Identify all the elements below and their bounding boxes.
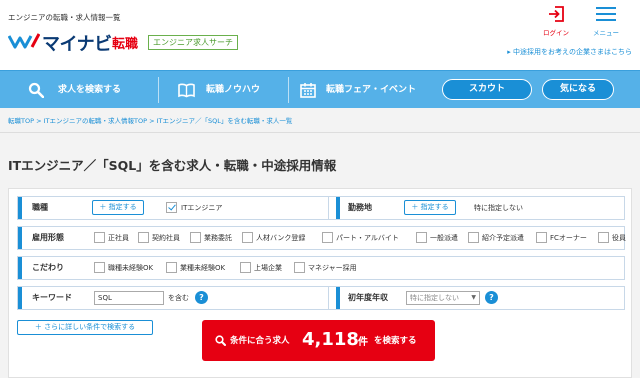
search-form: 職種 ＋ 指定する ITエンジニア 勤務地 ＋ 指定する 特に指定しない 雇用形…	[8, 188, 632, 378]
preference-option: マネジャー採用	[308, 264, 357, 272]
logo-sub[interactable]: 転職	[112, 33, 138, 52]
search-button-prefix: 条件に合う求人	[230, 336, 290, 346]
row-divider	[328, 197, 329, 219]
menu-label: メニュー	[593, 29, 619, 37]
login-icon	[549, 6, 564, 22]
employment-checkbox[interactable]	[468, 232, 479, 243]
employment-checkbox[interactable]	[190, 232, 201, 243]
employment-checkbox[interactable]	[322, 232, 333, 243]
nav-divider	[288, 77, 289, 103]
search-icon	[215, 335, 226, 346]
row-accent-bar	[18, 227, 22, 249]
job-type-checkbox[interactable]	[166, 202, 177, 213]
row-accent-bar	[18, 197, 22, 219]
preference-option: 上場企業	[254, 264, 282, 272]
corporate-link[interactable]: ▸ 中途採用をお考えの企業さまはこちら	[507, 47, 632, 57]
preference-checkbox[interactable]	[166, 262, 177, 273]
job-type-label: 職種	[32, 203, 48, 212]
row-accent-bar	[18, 287, 22, 309]
employment-option: 人材バンク登録	[256, 234, 306, 242]
global-nav: 求人を検索する 転職ノウハウ 転職フェア・イベント スカウト 気になる	[0, 70, 640, 108]
nav-item-search-jobs[interactable]: 求人を検索する	[28, 71, 138, 109]
salary-help-icon[interactable]: ?	[485, 291, 498, 304]
form-row-job-location: 職種 ＋ 指定する ITエンジニア 勤務地 ＋ 指定する 特に指定しない	[17, 196, 625, 220]
breadcrumb: 転職TOP > ITエンジニアの転職・求人情報TOP > ITエンジニア／「SQ…	[8, 115, 292, 125]
nav-item-knowhow[interactable]: 転職ノウハウ	[178, 71, 288, 109]
employment-checkbox[interactable]	[598, 232, 609, 243]
job-type-selected: ITエンジニア	[181, 204, 223, 212]
keyword-suffix: を含む	[168, 294, 189, 302]
breadcrumb-item[interactable]: ITエンジニアの転職・求人情報TOP	[44, 117, 147, 125]
nav-label: 転職フェア・イベント	[326, 85, 417, 95]
employment-checkbox[interactable]	[416, 232, 427, 243]
breadcrumb-separator: >	[147, 117, 157, 125]
scout-button[interactable]: スカウト	[442, 79, 532, 100]
favorite-button[interactable]: 気になる	[542, 79, 614, 100]
employment-option: 一般派遣	[430, 234, 458, 242]
login-button[interactable]: ログイン	[536, 0, 576, 40]
calendar-icon	[300, 83, 316, 98]
nav-label: 求人を検索する	[58, 85, 122, 95]
row-accent-bar	[336, 287, 340, 309]
form-row-preferences: こだわり 職種未経験OK 業種未経験OK 上場企業 マネジャー採用	[17, 256, 625, 280]
employment-checkbox[interactable]	[536, 232, 547, 243]
logo-text[interactable]: マイナビ	[42, 30, 112, 56]
preference-option: 職種未経験OK	[108, 264, 154, 272]
location-value: 特に指定しない	[474, 204, 523, 212]
logo-mark-icon	[8, 33, 40, 49]
row-accent-bar	[336, 197, 340, 219]
employment-checkbox[interactable]	[94, 232, 105, 243]
salary-label: 初年度年収	[348, 293, 388, 302]
nav-label: 転職ノウハウ	[206, 85, 261, 95]
nav-divider	[158, 77, 159, 103]
preference-checkbox[interactable]	[94, 262, 105, 273]
breadcrumb-current: ITエンジニア／「SQL」を含む転職・求人一覧	[156, 117, 293, 125]
nav-item-fair-event[interactable]: 転職フェア・イベント	[300, 71, 430, 109]
divider	[0, 132, 640, 133]
engineer-search-badge[interactable]: エンジニア求人サーチ	[148, 35, 238, 50]
employment-checkbox[interactable]	[138, 232, 149, 243]
preferences-label: こだわり	[32, 263, 64, 272]
more-conditions-button[interactable]: ＋ さらに詳しい条件で検索する	[17, 320, 153, 335]
page-title: ITエンジニア／「SQL」を含む求人・転職・中途採用情報	[8, 158, 337, 173]
employment-label: 雇用形態	[32, 233, 64, 242]
location-specify-button[interactable]: ＋ 指定する	[404, 200, 456, 215]
keyword-label: キーワード	[32, 293, 72, 302]
employment-option: 紹介予定派遣	[482, 234, 524, 242]
result-count-unit: 件	[358, 337, 368, 348]
job-type-specify-button[interactable]: ＋ 指定する	[92, 200, 144, 215]
form-row-keyword-salary: キーワード SQL を含む ? 初年度年収 特に指定しない ▼ ?	[17, 286, 625, 310]
menu-button[interactable]: メニュー	[584, 0, 628, 40]
result-count: 4,118	[302, 329, 359, 350]
row-divider	[328, 287, 329, 309]
search-submit-button[interactable]: 条件に合う求人 4,118 件 を検索する	[202, 320, 435, 361]
row-accent-bar	[18, 257, 22, 279]
preference-option: 業種未経験OK	[180, 264, 226, 272]
employment-checkbox[interactable]	[242, 232, 253, 243]
login-label: ログイン	[543, 29, 569, 37]
employment-option: 業務委託	[204, 234, 232, 242]
salary-select-value: 特に指定しない	[410, 294, 459, 302]
form-row-employment: 雇用形態 正社員 契約社員 業務委託 人材バンク登録 パート・アルバイト 一般派…	[17, 226, 626, 250]
employment-option: 正社員	[108, 234, 129, 242]
preference-checkbox[interactable]	[240, 262, 251, 273]
hamburger-icon	[596, 7, 616, 21]
book-icon	[178, 83, 195, 98]
employment-option: 契約社員	[152, 234, 180, 242]
search-icon	[28, 82, 44, 98]
breadcrumb-item[interactable]: 転職TOP	[8, 117, 34, 125]
search-button-suffix: を検索する	[374, 336, 417, 346]
location-label: 勤務地	[348, 203, 372, 212]
employment-option: パート・アルバイト	[336, 234, 399, 242]
site-tagline: エンジニアの転職・求人情報一覧	[8, 13, 121, 22]
employment-option: FCオーナー	[550, 234, 587, 242]
site-header: エンジニアの転職・求人情報一覧 マイナビ 転職 エンジニア求人サーチ ログイン …	[0, 0, 640, 70]
keyword-help-icon[interactable]: ?	[195, 291, 208, 304]
chevron-down-icon: ▼	[471, 294, 476, 301]
employment-option: 役員	[612, 234, 626, 242]
preference-checkbox[interactable]	[294, 262, 305, 273]
salary-select[interactable]: 特に指定しない ▼	[406, 291, 480, 305]
keyword-input[interactable]: SQL	[94, 291, 164, 305]
breadcrumb-separator: >	[34, 117, 44, 125]
